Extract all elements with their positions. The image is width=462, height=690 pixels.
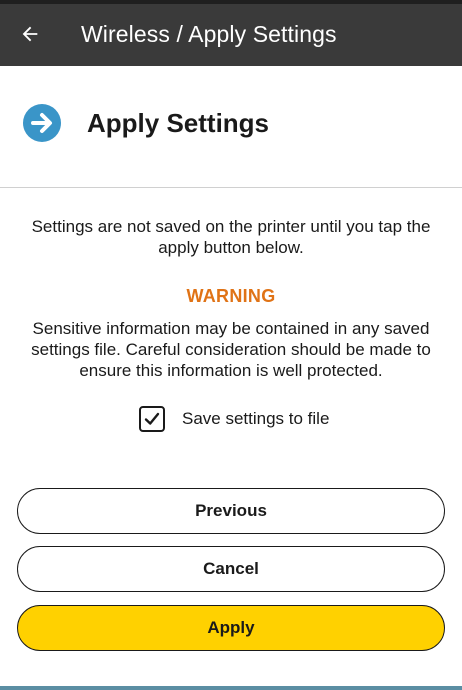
back-button[interactable] <box>14 18 46 50</box>
page-title: Apply Settings <box>87 108 270 138</box>
info-text: Settings are not saved on the printer un… <box>31 217 431 257</box>
divider <box>0 187 462 188</box>
app-bar: Wireless / Apply Settings <box>0 4 462 66</box>
warning-title: WARNING <box>186 286 276 306</box>
page-header: Apply Settings <box>0 66 462 187</box>
apply-button[interactable]: Apply <box>17 605 445 651</box>
previous-button[interactable]: Previous <box>17 488 445 534</box>
arrow-left-icon <box>22 26 38 42</box>
bottom-edge <box>0 686 462 690</box>
app-bar-title: Wireless / Apply Settings <box>81 21 337 47</box>
warning-text: Sensitive information may be contained i… <box>31 319 431 380</box>
cancel-button[interactable]: Cancel <box>17 546 445 592</box>
save-settings-label: Save settings to file <box>182 409 330 428</box>
save-settings-toggle[interactable]: Save settings to file <box>139 405 329 433</box>
save-settings-checkbox[interactable] <box>139 406 165 432</box>
arrow-right-circle-icon <box>23 104 61 142</box>
checkmark-icon <box>144 412 160 425</box>
